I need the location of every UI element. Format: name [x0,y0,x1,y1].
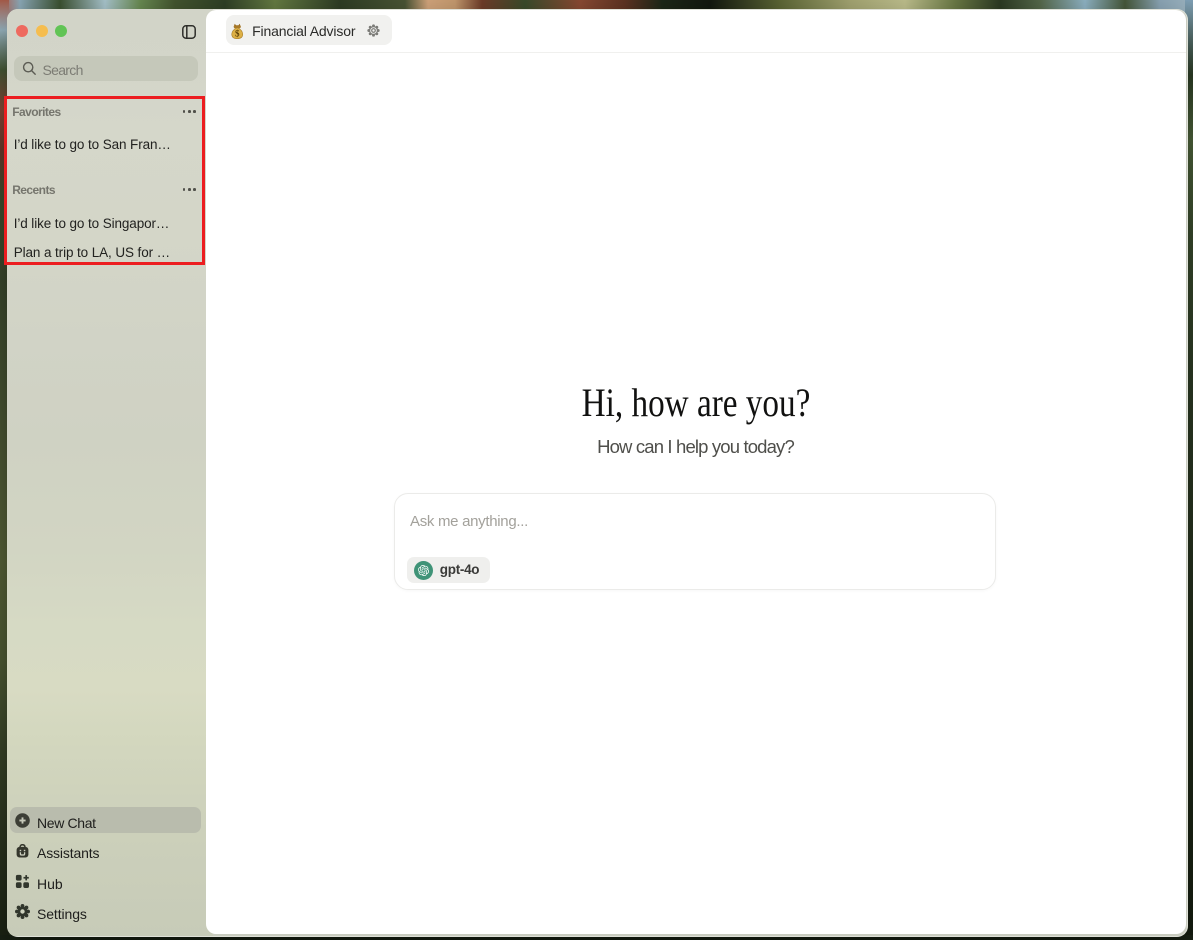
svg-text:$: $ [235,28,240,38]
